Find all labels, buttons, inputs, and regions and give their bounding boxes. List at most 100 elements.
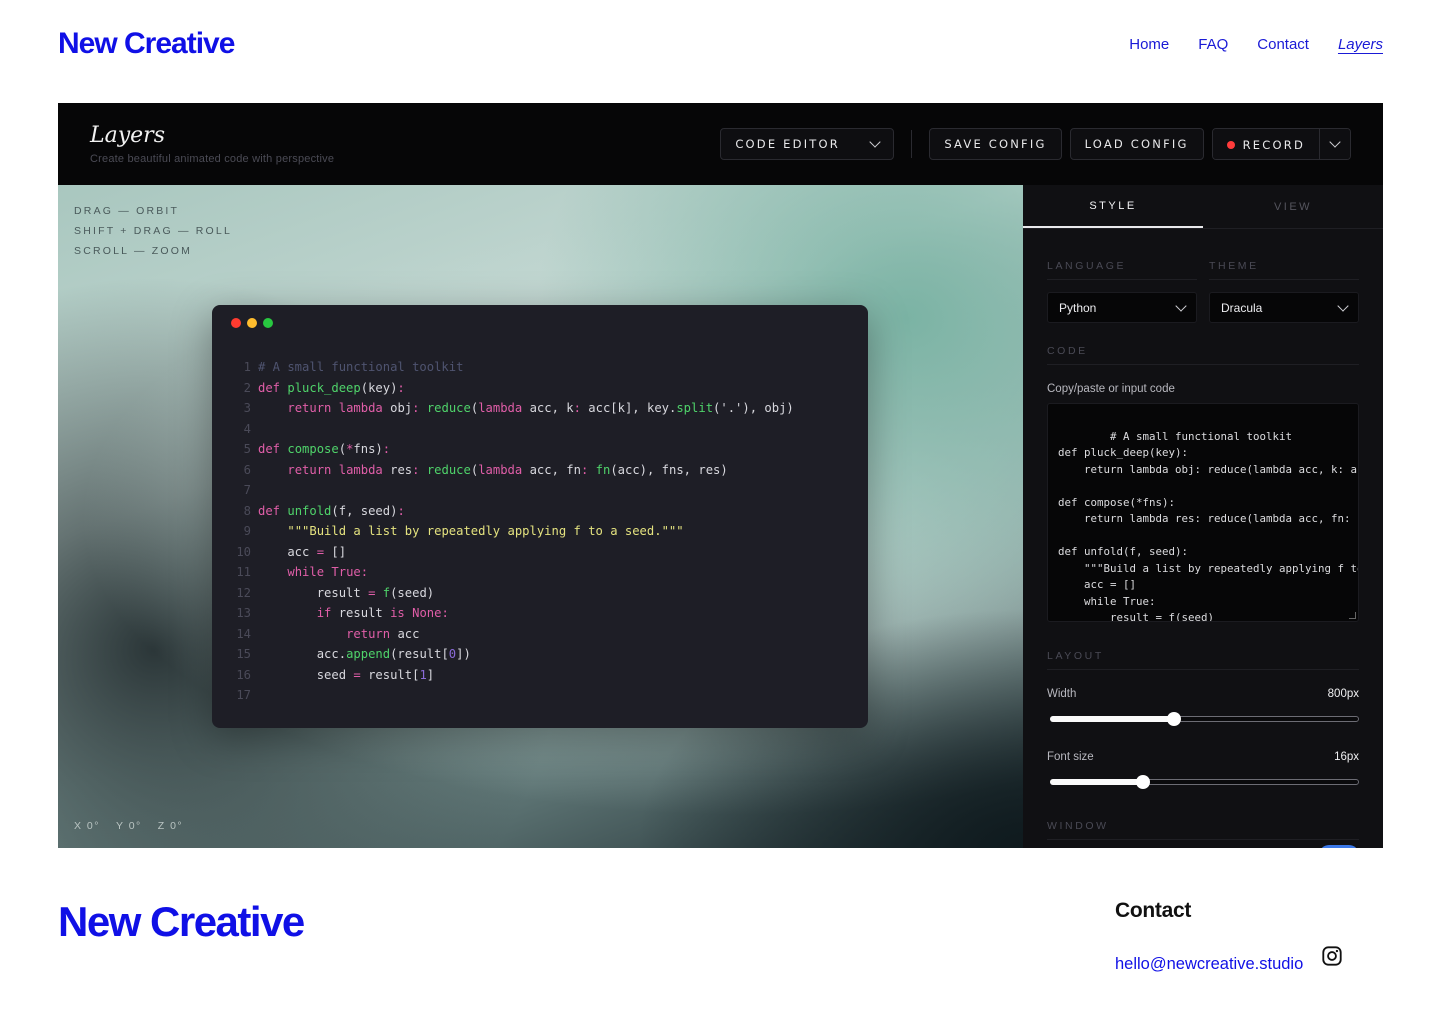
code-token: (f, seed) xyxy=(331,503,398,518)
layout-section-label: LAYOUT xyxy=(1047,650,1359,670)
code-token: 0 xyxy=(448,647,457,661)
rotation-readout: X 0° Y 0° Z 0° xyxy=(74,820,183,832)
line-number: 5 xyxy=(243,442,251,456)
record-options-button[interactable] xyxy=(1319,129,1350,159)
close-dot-icon xyxy=(231,318,241,328)
nav-layers[interactable]: Layers xyxy=(1338,36,1383,53)
width-value: 800px xyxy=(1327,688,1359,700)
save-config-button[interactable]: SAVE CONFIG xyxy=(929,128,1062,160)
main-nav: Home FAQ Contact Layers xyxy=(1129,36,1383,53)
fontsize-slider[interactable] xyxy=(1047,775,1359,789)
code-token: """Build a list by repeatedly applying f… xyxy=(287,524,684,538)
chevron-down-icon xyxy=(869,136,881,148)
code-token: * xyxy=(346,442,354,456)
code-token: append xyxy=(346,647,391,661)
record-button[interactable]: RECORD xyxy=(1212,129,1319,159)
tab-style[interactable]: STYLE xyxy=(1023,185,1203,228)
code-line: 15 acc. append (result[0]) xyxy=(232,644,794,665)
code-line: 6 return lambda res: reduce(lambda acc, … xyxy=(232,460,794,481)
code-line: 14 return acc xyxy=(232,624,794,645)
slider-fill xyxy=(1050,716,1174,722)
contact-email-link[interactable]: hello@newcreative.studio xyxy=(1115,955,1303,974)
code-line: 4 xyxy=(232,419,794,440)
code-token: : xyxy=(441,606,449,620)
language-select[interactable]: Python xyxy=(1047,292,1197,323)
fontsize-value: 16px xyxy=(1334,751,1359,763)
line-number: 6 xyxy=(243,462,251,477)
load-config-button[interactable]: LOAD CONFIG xyxy=(1069,128,1204,160)
code-token: : xyxy=(412,401,427,415)
code-line: 13 if result is None: xyxy=(232,603,794,624)
code-token: split xyxy=(676,401,714,415)
rotation-z: Z 0° xyxy=(157,820,184,832)
line-number: 11 xyxy=(236,565,251,579)
code-token: lambda xyxy=(478,401,530,415)
code-token: fns) xyxy=(353,442,383,456)
hint-roll: SHIFT + DRAG — ROLL xyxy=(74,225,233,237)
chevron-down-icon xyxy=(1329,136,1341,148)
code-token: fn xyxy=(595,462,611,477)
width-slider[interactable] xyxy=(1047,712,1359,726)
nav-faq[interactable]: FAQ xyxy=(1198,36,1228,53)
app-toolbar: Layers Create beautiful animated code wi… xyxy=(58,103,1383,185)
code-token: obj xyxy=(390,401,413,415)
tab-view[interactable]: VIEW xyxy=(1203,185,1383,228)
code-token: (seed) xyxy=(390,585,435,600)
code-token: f xyxy=(382,585,391,600)
code-token: : xyxy=(360,565,369,579)
brand-logo[interactable]: New Creative xyxy=(58,27,235,61)
code-token: acc[k], key. xyxy=(588,401,677,415)
code-token: = xyxy=(316,544,332,559)
code-window-preview[interactable]: 1 # A small functional toolkit 2 def pluck_… xyxy=(212,305,868,728)
code-token: acc, k xyxy=(529,401,574,415)
hint-orbit: DRAG — ORBIT xyxy=(74,205,180,217)
mode-select-label: CODE EDITOR xyxy=(735,137,840,151)
resize-grip-icon[interactable] xyxy=(1349,612,1356,619)
line-number: 3 xyxy=(243,401,251,415)
code-token: is xyxy=(390,606,413,620)
theme-select[interactable]: Dracula xyxy=(1209,292,1359,323)
window-section: WINDOW xyxy=(1023,820,1383,840)
code-token: acc. xyxy=(258,647,347,661)
nav-contact[interactable]: Contact xyxy=(1257,36,1309,53)
line-number: 4 xyxy=(243,421,251,436)
code-line: 1 # A small functional toolkit xyxy=(232,357,794,378)
code-textarea[interactable]: # A small functional toolkit def pluck_d… xyxy=(1047,403,1359,622)
code-token: True xyxy=(331,565,361,579)
code-token: : xyxy=(580,462,596,477)
canvas-hints: DRAG — ORBIT SHIFT + DRAG — ROLL SCROLL … xyxy=(74,201,232,261)
code-token: seed xyxy=(258,667,354,682)
maximize-dot-icon xyxy=(263,318,273,328)
window-section-label: WINDOW xyxy=(1047,820,1359,840)
width-row: Width 800px xyxy=(1047,688,1359,700)
app-subtitle: Create beautiful animated code with pers… xyxy=(90,153,335,165)
preview-canvas[interactable]: DRAG — ORBIT SHIFT + DRAG — ROLL SCROLL … xyxy=(58,185,1023,848)
instagram-icon[interactable] xyxy=(1321,945,1343,967)
code-section-label: CODE xyxy=(1047,345,1359,365)
code-input-label: Copy/paste or input code xyxy=(1047,383,1175,395)
window-toggle[interactable] xyxy=(1319,845,1359,848)
line-number: 15 xyxy=(236,647,251,661)
slider-thumb[interactable] xyxy=(1135,775,1150,789)
code-line: 12 result = f (seed) xyxy=(232,583,794,604)
code-token: return xyxy=(287,401,339,415)
chevron-down-icon xyxy=(1175,299,1187,312)
nav-home[interactable]: Home xyxy=(1129,36,1169,53)
line-number: 13 xyxy=(236,606,251,620)
line-number: 8 xyxy=(243,503,251,518)
code-token: acc xyxy=(258,544,317,559)
rotation-x: X 0° xyxy=(74,820,100,832)
code-token: acc, fn xyxy=(529,462,581,477)
theme-value: Dracula xyxy=(1221,300,1263,315)
slider-thumb[interactable] xyxy=(1166,712,1181,726)
code-token: pluck_deep xyxy=(287,380,361,395)
mode-select[interactable]: CODE EDITOR xyxy=(720,128,895,160)
code-token: reduce xyxy=(426,401,471,415)
app-title-block: Layers Create beautiful animated code wi… xyxy=(90,123,334,165)
code-token: : xyxy=(397,380,405,395)
footer-brand[interactable]: New Creative xyxy=(58,898,305,946)
